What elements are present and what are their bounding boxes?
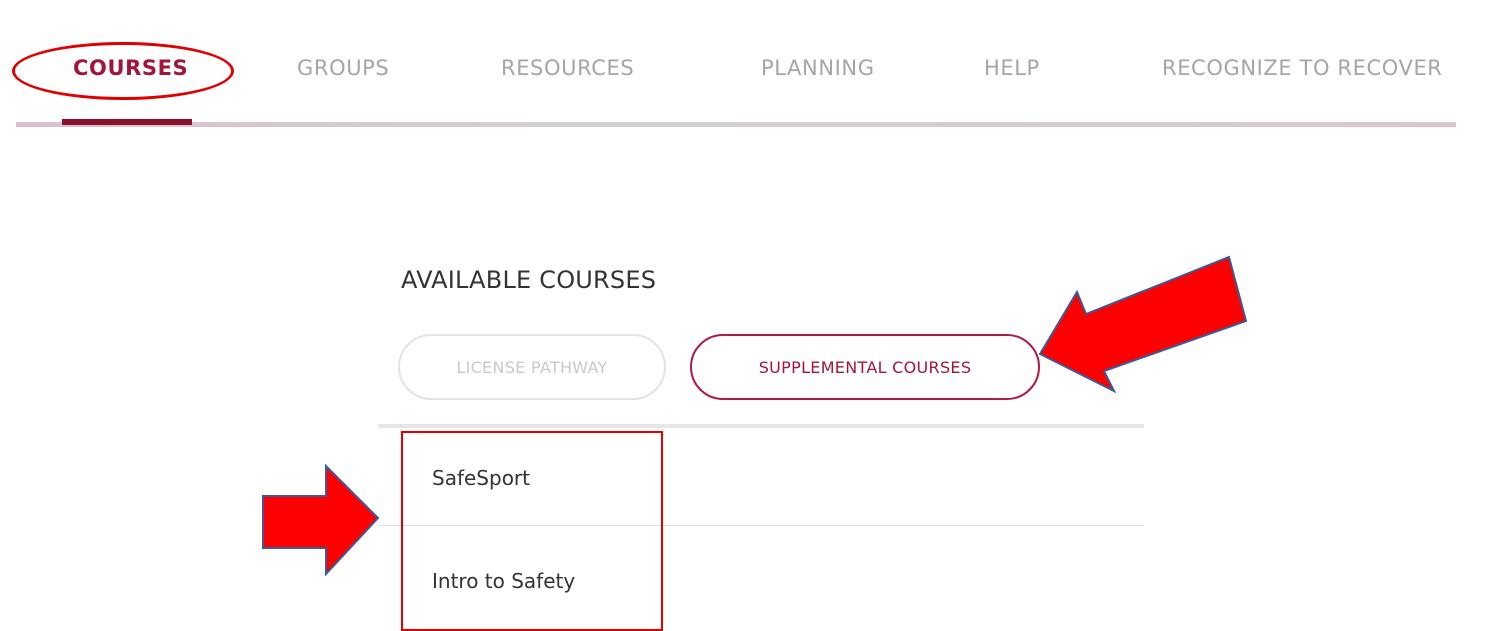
nav-recognize-to-recover[interactable]: RECOGNIZE TO RECOVER <box>1162 56 1443 80</box>
annotation-arrow-icon <box>262 463 380 577</box>
nav-resources[interactable]: RESOURCES <box>501 56 634 80</box>
nav-help[interactable]: HELP <box>984 56 1040 80</box>
nav-courses[interactable]: COURSES <box>73 56 188 80</box>
main-nav: COURSES GROUPS RESOURCES PLANNING HELP R… <box>0 0 1488 130</box>
course-row-intro-to-safety[interactable]: Intro to Safety <box>378 527 1144 626</box>
available-courses-heading: AVAILABLE COURSES <box>401 266 657 294</box>
course-label: Intro to Safety <box>432 569 576 593</box>
tab-license-pathway[interactable]: LICENSE PATHWAY <box>398 334 666 400</box>
course-label: SafeSport <box>432 466 530 490</box>
tab-supplemental-courses[interactable]: SUPPLEMENTAL COURSES <box>690 334 1040 400</box>
course-row-safesport[interactable]: SafeSport <box>378 428 1144 526</box>
nav-divider <box>16 122 1456 127</box>
nav-active-indicator <box>62 119 192 125</box>
nav-planning[interactable]: PLANNING <box>761 56 875 80</box>
annotation-arrow-icon <box>1038 255 1248 394</box>
nav-groups[interactable]: GROUPS <box>297 56 389 80</box>
